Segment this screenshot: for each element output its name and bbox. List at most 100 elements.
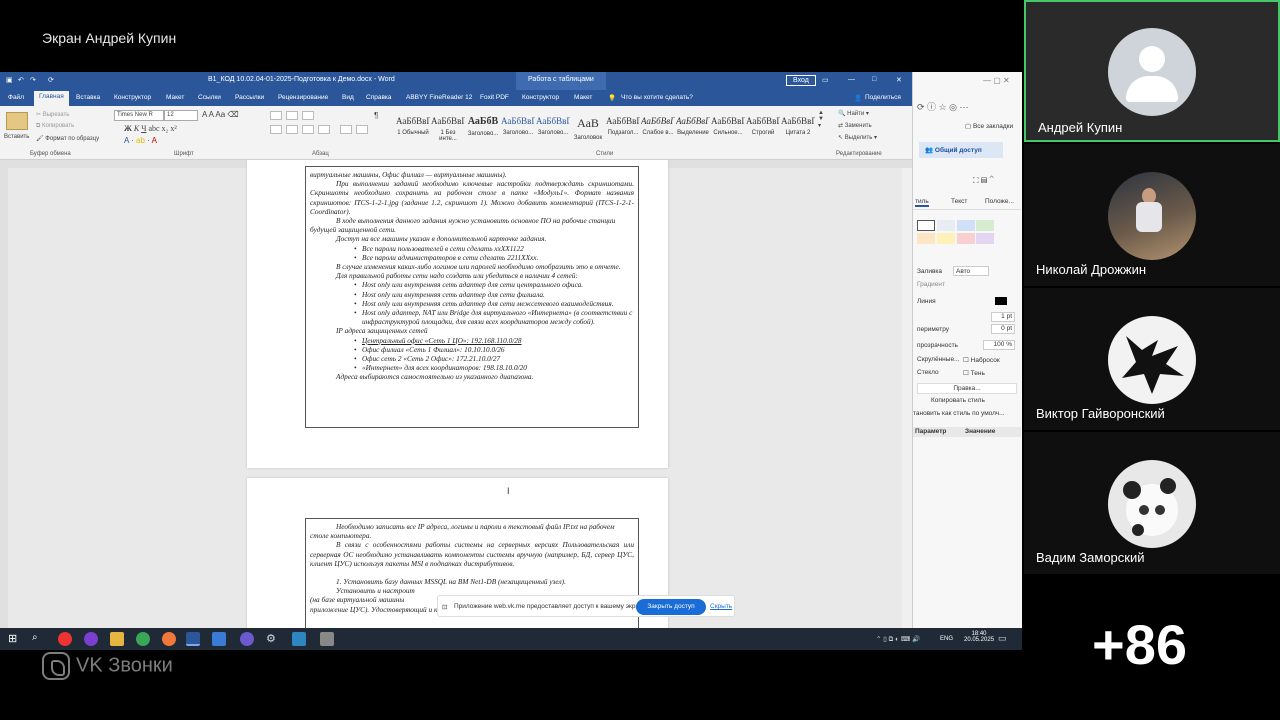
app-icon[interactable]: [84, 632, 98, 646]
file-explorer-icon[interactable]: [110, 632, 124, 646]
fill-select[interactable]: Авто: [953, 266, 989, 276]
tab-view[interactable]: Вид: [342, 94, 354, 101]
paste-icon[interactable]: [6, 112, 28, 130]
set-default-style-button[interactable]: тановить как стиль по умолч...: [913, 410, 1005, 417]
panel-window-controls[interactable]: — ▢ ✕: [983, 76, 1010, 85]
tab-design[interactable]: Конструктор: [114, 94, 151, 101]
undo-icon[interactable]: ↶: [18, 76, 24, 84]
font-name-select[interactable]: Times New R: [114, 110, 164, 121]
tab-file[interactable]: Файл: [8, 94, 24, 101]
tell-me-search[interactable]: Что вы хотите сделать?: [621, 94, 693, 101]
document-area[interactable]: виртуальные машины, Офис филиал — виртуа…: [0, 160, 912, 628]
shading-icon[interactable]: [340, 125, 352, 134]
align-center-icon[interactable]: [286, 125, 298, 134]
tab-text[interactable]: Текст: [951, 198, 967, 205]
select-button[interactable]: ↖ Выделить ▾: [838, 134, 877, 141]
refresh-icon[interactable]: ⟳: [48, 76, 54, 84]
style-item[interactable]: АаБбВвГг Слабое в...: [641, 116, 675, 150]
style-item[interactable]: АаБбВвГ Заголово...: [501, 116, 535, 150]
style-item[interactable]: АаВ Заголовок: [571, 116, 605, 150]
style-item[interactable]: АаБбВвГ Подзагол...: [606, 116, 640, 150]
ribbon-display-icon[interactable]: ▭: [822, 76, 829, 84]
multilevel-icon[interactable]: [302, 111, 314, 120]
word-taskbar-icon[interactable]: [186, 632, 200, 646]
shared-screen[interactable]: ▣ ↶ ↷ ⟳ В1_КОД 10.02.04-01-2025-Подготов…: [0, 72, 1022, 650]
tray-icons[interactable]: ⌃ ▯ ⧉ ◐ ⌨ 🔊: [876, 635, 920, 644]
style-item[interactable]: АаБбВвГг Строгий: [746, 116, 780, 150]
tab-position[interactable]: Положе...: [985, 198, 1014, 205]
bold-italic-underline[interactable]: Ж К Ч abc x₂ x²: [124, 124, 177, 133]
maximize-icon[interactable]: □: [872, 76, 876, 83]
more-participants-count[interactable]: +86: [1092, 612, 1187, 677]
login-button[interactable]: Вход: [786, 75, 816, 86]
language-indicator[interactable]: ENG: [940, 636, 953, 642]
tab-home[interactable]: Главная: [34, 91, 69, 106]
bullets-icon[interactable]: [270, 111, 282, 120]
virtualbox-icon[interactable]: [212, 632, 226, 646]
vertical-scrollbar[interactable]: [902, 168, 912, 628]
remote-desktop-icon[interactable]: [292, 632, 306, 646]
line-width-input[interactable]: 1 pt: [991, 312, 1015, 322]
calculator-icon[interactable]: [320, 632, 334, 646]
tab-table-layout[interactable]: Макет: [574, 94, 592, 101]
share-button[interactable]: Поделиться: [865, 94, 901, 101]
format-painter-button[interactable]: 🖌 Формат по образцу: [36, 135, 99, 142]
justify-icon[interactable]: [318, 125, 330, 134]
save-icon[interactable]: ▣: [6, 76, 13, 84]
font-size-select[interactable]: 12: [164, 110, 198, 121]
tab-table-design[interactable]: Конструктор: [522, 94, 559, 101]
style-item[interactable]: АаБбВвГг Цитата 2: [781, 116, 815, 150]
app-icon-2[interactable]: [240, 632, 254, 646]
firefox-icon[interactable]: [162, 632, 176, 646]
tab-references[interactable]: Ссылки: [198, 94, 221, 101]
notifications-icon[interactable]: ▭: [998, 633, 1007, 644]
tab-style[interactable]: тиль: [915, 198, 929, 207]
chrome-icon[interactable]: [136, 632, 150, 646]
share-access-button[interactable]: 👥 Общий доступ: [919, 142, 1003, 158]
tab-insert[interactable]: Вставка: [76, 94, 100, 101]
windows-start-icon[interactable]: ⊞: [8, 632, 22, 646]
style-item[interactable]: АаБбВвГг Заголово...: [536, 116, 570, 150]
hide-link[interactable]: Скрыть: [710, 603, 732, 610]
clock[interactable]: 18:40 20.05.2025: [964, 631, 994, 643]
transparency-input[interactable]: 100 %: [983, 340, 1015, 350]
style-item[interactable]: АаБбВвГг Сильное...: [711, 116, 745, 150]
panel-toolbar-icons[interactable]: ⟳ ⓘ ☆ ◎ ⋯: [917, 100, 968, 113]
bookmarks-link[interactable]: ▢ Все закладки: [965, 122, 1013, 130]
tab-help[interactable]: Справка: [366, 94, 392, 101]
style-item[interactable]: АаБбВвГг Выделение: [676, 116, 710, 150]
text-effects-icons[interactable]: A · ab · A: [124, 136, 157, 145]
grow-font-icon[interactable]: A A Aa ⌫: [202, 110, 239, 119]
tab-abbyy[interactable]: ABBYY FineReader 12: [406, 94, 472, 101]
pilcrow-icon[interactable]: ¶: [374, 111, 378, 120]
participant-tile[interactable]: Виктор Гайворонский: [1024, 288, 1280, 430]
tab-layout[interactable]: Макет: [166, 94, 184, 101]
copy-button[interactable]: ⧉ Копировать: [36, 123, 74, 130]
tab-foxit[interactable]: Foxit PDF: [480, 94, 509, 101]
copy-style-button[interactable]: Копировать стиль: [931, 397, 985, 404]
minimize-icon[interactable]: —: [848, 76, 855, 83]
align-left-icon[interactable]: [270, 125, 282, 134]
yandex-browser-icon[interactable]: [58, 632, 72, 646]
paste-button[interactable]: Вставить: [4, 134, 29, 140]
pane-controls-icons[interactable]: ⛶ ▤ ⌃: [973, 176, 994, 186]
redo-icon[interactable]: ↷: [30, 76, 36, 84]
shadow-checkbox[interactable]: ☐ Тень: [963, 369, 985, 377]
page-1[interactable]: виртуальные машины, Офис филиал — виртуа…: [247, 160, 668, 468]
sketch-checkbox[interactable]: ☐ Набросок: [963, 356, 1000, 364]
participant-tile[interactable]: Вадим Заморский: [1024, 432, 1280, 574]
tab-review[interactable]: Рецензирование: [278, 94, 328, 101]
cut-button[interactable]: ✂ Вырезать: [36, 111, 69, 118]
settings-icon[interactable]: ⚙: [266, 632, 280, 646]
search-icon[interactable]: ⌕: [32, 632, 46, 646]
tab-mailings[interactable]: Рассылки: [235, 94, 264, 101]
line-color-swatch[interactable]: [995, 297, 1007, 305]
stop-sharing-button[interactable]: Закрыть доступ: [636, 599, 706, 615]
align-right-icon[interactable]: [302, 125, 314, 134]
style-item[interactable]: АаБбВ Заголово...: [466, 116, 500, 150]
close-icon[interactable]: ✕: [896, 76, 902, 84]
style-item[interactable]: АаБбВвГг 1 Обычный: [396, 116, 430, 150]
find-button[interactable]: 🔍 Найти ▾: [838, 110, 869, 117]
style-item[interactable]: АаБбВвГг 1 Без инте...: [431, 116, 465, 150]
replace-button[interactable]: ⇄ Заменить: [838, 122, 872, 129]
